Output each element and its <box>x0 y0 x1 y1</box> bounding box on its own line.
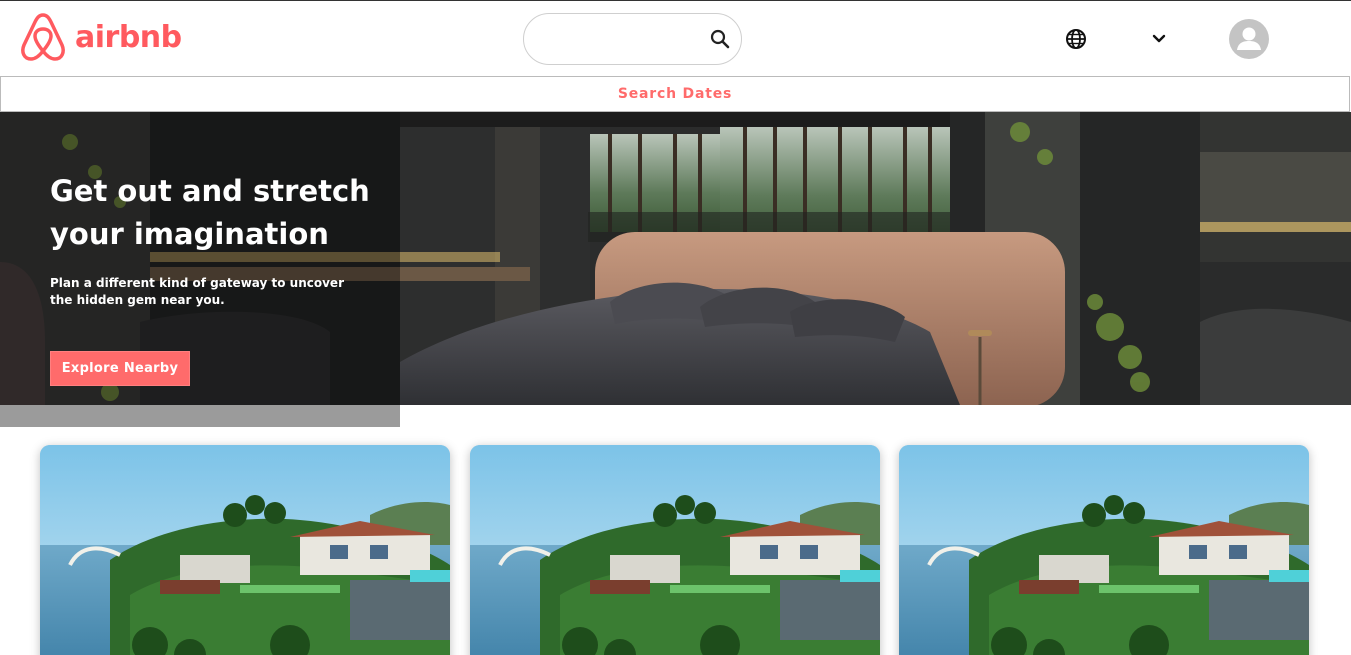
logo-text: airbnb <box>75 19 182 55</box>
hero-overlay-footer <box>0 405 400 427</box>
listing-photo <box>40 445 450 655</box>
search-bar[interactable] <box>523 13 742 65</box>
user-avatar[interactable] <box>1229 19 1269 59</box>
listing-photo <box>899 445 1309 655</box>
listing-photo <box>470 445 880 655</box>
search-dates-label: Search Dates <box>617 86 733 102</box>
explore-nearby-button[interactable]: Explore Nearby <box>50 351 190 386</box>
search-input[interactable] <box>540 26 700 52</box>
hero-subtitle: Plan a different kind of gateway to unco… <box>50 276 344 307</box>
search-dates-button[interactable]: Search Dates <box>0 76 1350 112</box>
globe-icon[interactable] <box>1065 28 1087 50</box>
search-icon[interactable] <box>710 29 730 49</box>
chevron-down-icon[interactable] <box>1150 31 1168 47</box>
listing-card[interactable] <box>470 445 880 655</box>
airbnb-logo-icon <box>21 13 65 61</box>
listing-card[interactable] <box>40 445 450 655</box>
listing-card[interactable] <box>899 445 1309 655</box>
user-avatar-icon <box>1237 27 1261 50</box>
airbnb-logo[interactable]: airbnb <box>19 11 182 63</box>
hero-banner: Get out and stretch your imagination Pla… <box>0 112 1351 405</box>
hero-title: Get out and stretch your imagination <box>50 174 370 251</box>
top-navbar: airbnb <box>0 1 1351 76</box>
